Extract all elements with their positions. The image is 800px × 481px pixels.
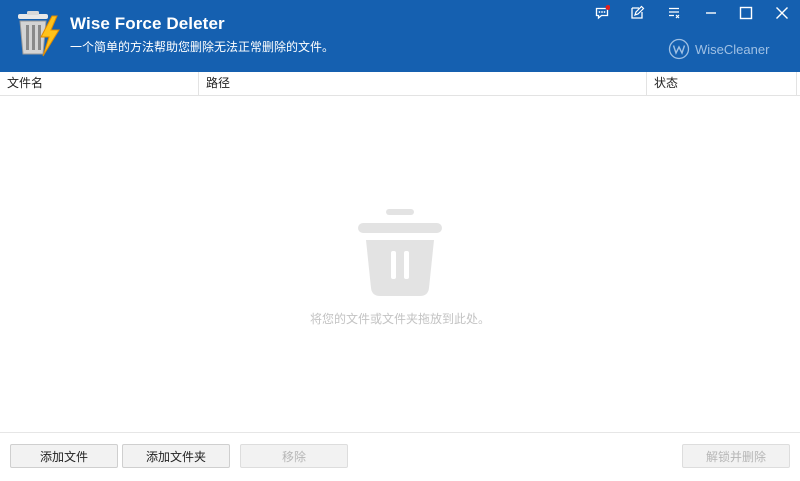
maximize-button[interactable]: [734, 2, 758, 24]
app-subtitle: 一个简单的方法帮助您删除无法正常删除的文件。: [70, 40, 335, 54]
app-title: Wise Force Deleter: [70, 14, 225, 33]
action-bar: 添加文件 添加文件夹 移除 解锁并删除: [0, 432, 800, 481]
notification-badge: [605, 5, 610, 10]
feedback-button[interactable]: [590, 2, 614, 24]
settings-menu-icon: [669, 7, 680, 19]
notes-button[interactable]: [625, 2, 649, 24]
add-file-button[interactable]: 添加文件: [10, 444, 118, 468]
close-button[interactable]: [770, 2, 794, 24]
close-icon: [776, 7, 788, 19]
wisecleaner-logo-icon: [668, 38, 690, 60]
menu-button[interactable]: [662, 2, 686, 24]
column-header-path[interactable]: 路径: [199, 72, 646, 95]
column-divider: [796, 72, 797, 95]
title-bar: Wise Force Deleter 一个简单的方法帮助您删除无法正常删除的文件…: [0, 0, 800, 72]
minimize-icon: [706, 12, 716, 14]
trash-lightning-logo-icon: [18, 11, 60, 57]
column-header-filename[interactable]: 文件名: [0, 72, 198, 95]
add-folder-button[interactable]: 添加文件夹: [122, 444, 230, 468]
wisecleaner-brand: WiseCleaner: [668, 38, 769, 60]
file-table-header: 文件名 路径 状态: [0, 72, 800, 96]
drop-hint-text: 将您的文件或文件夹拖放到此处。: [309, 312, 490, 326]
column-header-status[interactable]: 状态: [647, 72, 796, 95]
trash-bin-icon: [358, 209, 442, 296]
minimize-button[interactable]: [699, 2, 723, 24]
unlock-and-delete-button[interactable]: 解锁并删除: [682, 444, 790, 468]
notes-icon: [631, 5, 645, 19]
feedback-icon: [595, 5, 610, 20]
brand-name: WiseCleaner: [695, 41, 770, 57]
maximize-icon: [739, 6, 753, 20]
remove-button[interactable]: 移除: [240, 444, 348, 468]
